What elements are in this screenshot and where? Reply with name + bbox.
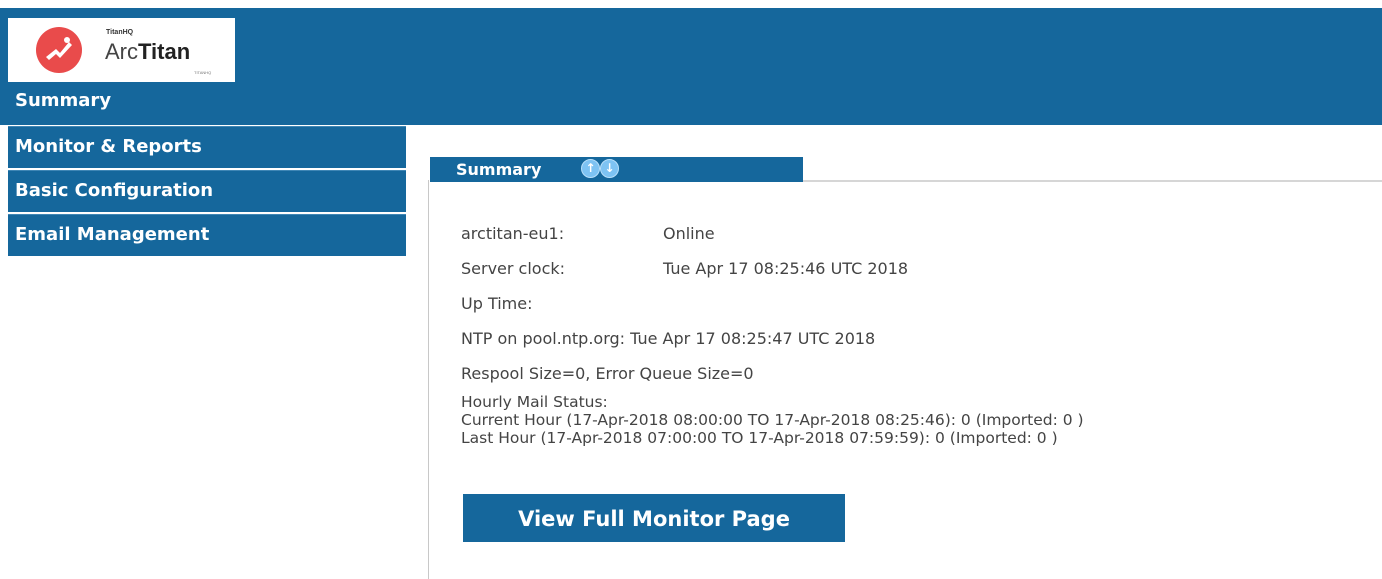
logo-name-bold: Titan	[138, 39, 191, 64]
logo-name-light: Arc	[105, 39, 138, 64]
tab-summary[interactable]: Summary ↑ ↓	[430, 157, 803, 182]
spool-row: Respool Size=0, Error Queue Size=0	[461, 364, 754, 383]
server-clock-label: Server clock:	[461, 259, 566, 278]
current-hour-line: Current Hour (17-Apr-2018 08:00:00 TO 17…	[461, 411, 1084, 429]
uptime-row: Up Time:	[461, 294, 663, 313]
host-status-row: arctitan-eu1: Online	[461, 224, 715, 243]
ntp-row: NTP on pool.ntp.org: Tue Apr 17 08:25:47…	[461, 329, 876, 348]
logo-brand-small: TitanHQ	[106, 29, 134, 36]
arrow-down-icon[interactable]: ↓	[600, 159, 619, 178]
logo-tagline: TITANHQ	[194, 70, 212, 75]
last-hour-line: Last Hour (17-Apr-2018 07:00:00 TO 17-Ap…	[461, 429, 1058, 447]
page-title[interactable]: Summary	[15, 90, 111, 111]
hourly-mail-status: Hourly Mail Status: Current Hour (17-Apr…	[461, 393, 1084, 447]
uptime-label: Up Time:	[461, 294, 533, 313]
sidebar-item-email-management[interactable]: Email Management	[8, 214, 406, 256]
sidebar-item-basic-configuration[interactable]: Basic Configuration	[8, 170, 406, 212]
server-clock-value: Tue Apr 17 08:25:46 UTC 2018	[663, 259, 909, 278]
logo[interactable]: TitanHQ ArcTitan TITANHQ	[8, 18, 235, 82]
top-banner: TitanHQ ArcTitan TITANHQ Summary	[0, 8, 1382, 125]
arrow-up-icon[interactable]: ↑	[581, 159, 600, 178]
logo-name: ArcTitan	[105, 39, 190, 65]
sidebar-item-monitor-reports[interactable]: Monitor & Reports	[8, 126, 406, 168]
content-divider	[428, 180, 429, 579]
host-status-value: Online	[663, 224, 715, 243]
sidebar: Monitor & Reports Basic Configuration Em…	[8, 126, 406, 258]
tab-summary-label: Summary	[456, 160, 542, 179]
arctitan-logo-icon	[36, 27, 82, 73]
server-clock-row: Server clock: Tue Apr 17 08:25:46 UTC 201…	[461, 259, 908, 278]
host-label: arctitan-eu1:	[461, 224, 565, 243]
view-full-monitor-button[interactable]: View Full Monitor Page	[463, 494, 845, 542]
hourly-title: Hourly Mail Status:	[461, 393, 608, 411]
